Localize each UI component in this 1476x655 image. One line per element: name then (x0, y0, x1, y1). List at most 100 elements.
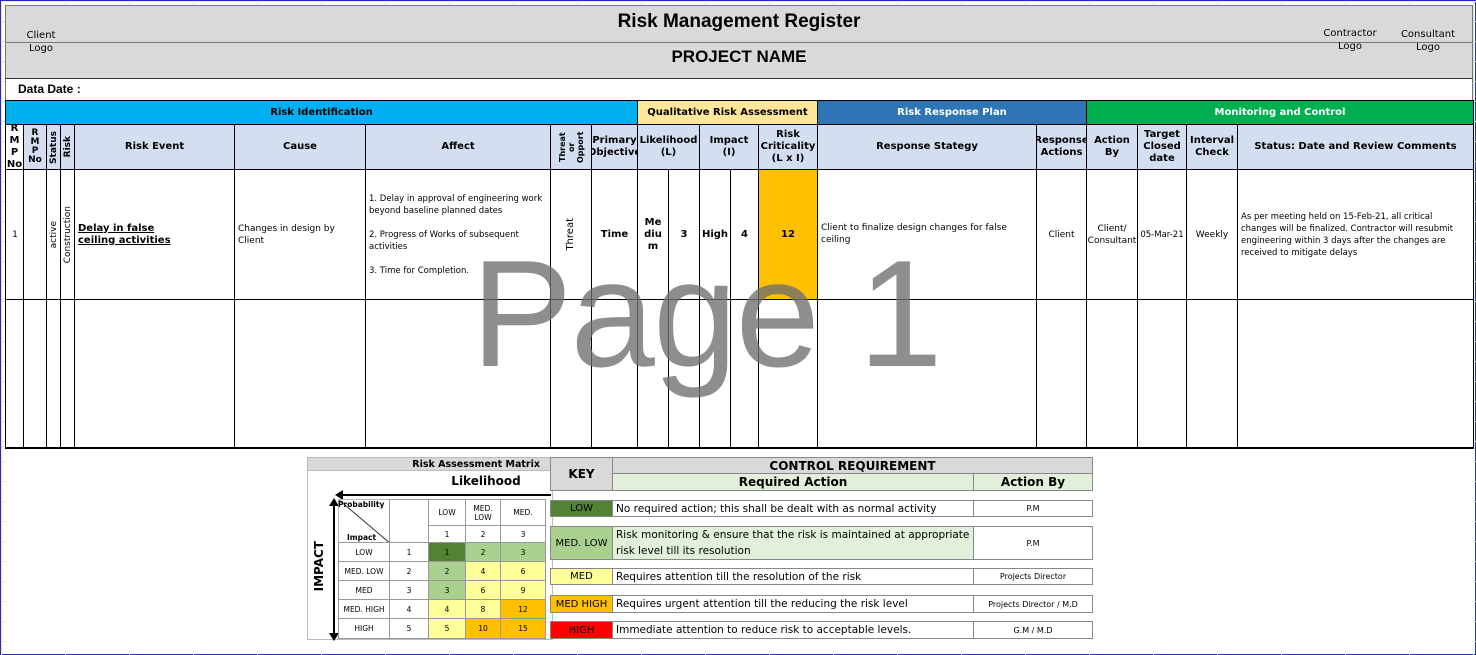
key-action-medlow: Risk monitoring & ensure that the risk i… (612, 526, 974, 560)
matrix-row-label-low: LOW (338, 542, 390, 562)
risk-label: Risk (62, 136, 73, 158)
key-action-low: No required action; this shall be dealt … (612, 500, 974, 517)
cell-status[interactable]: active (46, 169, 61, 300)
matrix-cell: 12 (500, 599, 546, 619)
required-action-label: Required Action (612, 473, 974, 491)
data-date-label: Data Date : (18, 82, 81, 96)
action-by-label: Action By (973, 473, 1093, 491)
matrix-row-num-1: 1 (389, 542, 429, 562)
empty-row-cell[interactable] (1086, 299, 1138, 448)
cell-action-by[interactable]: Client/ Consultant (1086, 169, 1138, 300)
empty-row-cell[interactable] (5, 299, 24, 448)
affect-item-3: 3. Time for Completion. (369, 265, 470, 276)
matrix-likelihood-label: Likelihood (451, 474, 521, 488)
empty-row-cell[interactable] (60, 299, 75, 448)
col-header-likelihood: Likelihood (L) (637, 124, 700, 170)
status-label: Status (48, 130, 59, 164)
col-header-target-date: Target Closed date (1137, 124, 1187, 170)
col-header-rmp: R M P No (23, 124, 47, 170)
matrix-col-med: MED. (500, 499, 546, 526)
empty-row-cell[interactable] (1036, 299, 1087, 448)
key-level-medhigh: MED HIGH (550, 595, 613, 613)
matrix-row-label-high: HIGH (338, 618, 390, 639)
section-monitoring: Monitoring and Control (1086, 100, 1474, 125)
key-level-med: MED (550, 568, 613, 585)
matrix-row-label-med: MED (338, 580, 390, 600)
matrix-cell: 4 (465, 561, 501, 581)
col-header-primary-objective: Primary Objective (591, 124, 638, 170)
matrix-row-label-medhigh: MED. HIGH (338, 599, 390, 619)
cell-blank-rmp[interactable] (23, 169, 47, 300)
matrix-cell: 2 (465, 542, 501, 562)
matrix-colnum-3: 3 (500, 525, 546, 543)
matrix-blank-header (389, 499, 429, 543)
matrix-impact-label: Impact (347, 533, 377, 542)
client-logo: Client Logo (26, 30, 56, 54)
matrix-row-num-2: 2 (389, 561, 429, 581)
cell-target-date[interactable]: 05-Mar-21 (1137, 169, 1187, 300)
cell-cause[interactable]: Changes in design by Client (234, 169, 366, 300)
status-value: active (48, 220, 59, 249)
matrix-cell: 6 (500, 561, 546, 581)
title-divider (5, 42, 1473, 43)
empty-row-cell[interactable] (46, 299, 61, 448)
page-title: Risk Management Register (617, 11, 861, 32)
matrix-cell: 5 (428, 618, 466, 639)
key-level-low: LOW (550, 500, 613, 517)
data-date-row (5, 79, 1473, 100)
matrix-probability-label: Probability (338, 500, 385, 509)
key-action-med: Requires attention till the resolution o… (612, 568, 974, 585)
impact-arrow (333, 504, 335, 636)
matrix-cell: 3 (500, 542, 546, 562)
threat-label: Threat or Opport (557, 131, 585, 163)
matrix-row-num-5: 5 (389, 618, 429, 639)
col-header-interval-check: Interval Check (1186, 124, 1238, 170)
cell-no[interactable]: 1 (5, 169, 24, 300)
cell-risk[interactable]: Construction (60, 169, 75, 300)
matrix-cell: 1 (428, 542, 466, 562)
rmp-no-label: R M P No (28, 128, 42, 165)
key-by-med: Projects Director (973, 568, 1093, 585)
cell-status-comments[interactable]: As per meeting held on 15-Feb-21, all cr… (1237, 169, 1474, 300)
risk-event-text: Delay in false ceiling activities (78, 222, 171, 246)
key-by-low: P.M (973, 500, 1093, 517)
project-name: PROJECT NAME (671, 47, 807, 66)
col-header-status: Status (46, 124, 61, 170)
col-header-criticality: Risk Criticality (L x I) (758, 124, 818, 170)
empty-row-cell[interactable] (1237, 299, 1474, 448)
col-header-status-comments: Status: Date and Review Comments (1237, 124, 1474, 170)
col-header-action-by: Action By (1086, 124, 1138, 170)
matrix-row-num-4: 4 (389, 599, 429, 619)
col-header-impact: Impact (I) (699, 124, 759, 170)
key-by-medhigh: Projects Director / M.D (973, 595, 1093, 613)
col-header-risk-event: Risk Event (74, 124, 235, 170)
empty-row-cell[interactable] (1186, 299, 1238, 448)
matrix-row-num-3: 3 (389, 580, 429, 600)
matrix-cell: 4 (428, 599, 466, 619)
matrix-cell: 10 (465, 618, 501, 639)
spreadsheet-page: Risk Management Register PROJECT NAME Cl… (0, 0, 1476, 655)
cell-response-actions[interactable]: Client (1036, 169, 1087, 300)
col-header-rmp-no: R M P No (5, 124, 24, 170)
matrix-col-low: LOW (428, 499, 466, 526)
contractor-logo: Contractor Logo (1323, 28, 1377, 52)
matrix-col-medlow: MED. LOW (465, 499, 501, 526)
section-response-plan: Risk Response Plan (817, 100, 1087, 125)
key-label: KEY (550, 457, 613, 491)
empty-row-cell[interactable] (1137, 299, 1187, 448)
matrix-cell: 8 (465, 599, 501, 619)
cell-risk-event[interactable]: Delay in false ceiling activities (74, 169, 235, 300)
key-by-high: G.M / M.D (973, 621, 1093, 639)
matrix-cell: 3 (428, 580, 466, 600)
col-header-affect: Affect (365, 124, 551, 170)
key-action-high: Immediate attention to reduce risk to ac… (612, 621, 974, 639)
col-header-threat: Threat or Opport (550, 124, 592, 170)
matrix-cell: 2 (428, 561, 466, 581)
cell-interval[interactable]: Weekly (1186, 169, 1238, 300)
empty-row-cell[interactable] (23, 299, 47, 448)
empty-row-cell[interactable] (234, 299, 366, 448)
empty-row-cell[interactable] (74, 299, 235, 448)
key-by-medlow: P.M (973, 526, 1093, 560)
risk-value: Construction (62, 205, 73, 264)
likelihood-arrow (341, 494, 551, 496)
